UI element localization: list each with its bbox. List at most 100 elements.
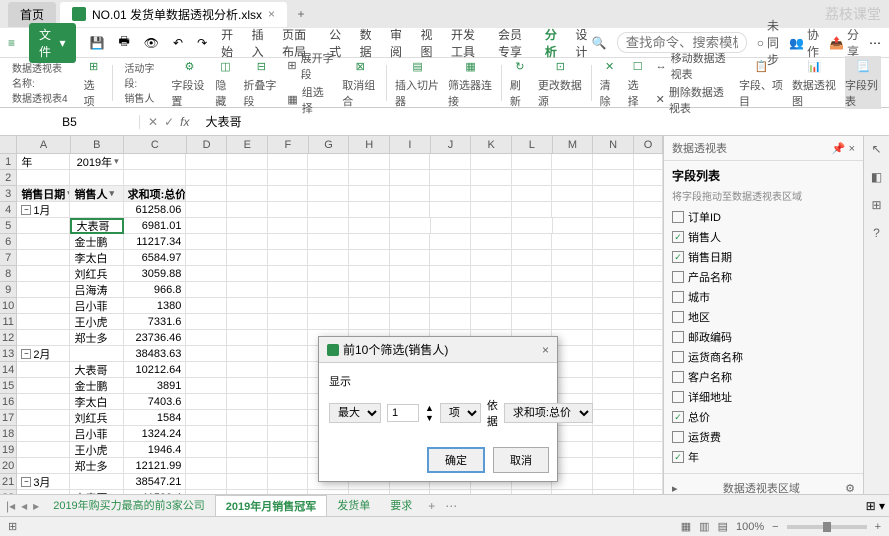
cell[interactable]: 7331.6: [124, 314, 187, 330]
field-item[interactable]: 产品名称: [672, 267, 855, 287]
cell[interactable]: [227, 266, 268, 282]
column-header[interactable]: M: [553, 136, 594, 153]
sheet-menu-icon[interactable]: ⋯: [441, 499, 461, 513]
cell[interactable]: [268, 378, 309, 394]
cell[interactable]: [593, 170, 634, 186]
cell[interactable]: [268, 266, 309, 282]
ungroup-button[interactable]: ⊠取消组合: [342, 56, 378, 109]
column-header[interactable]: G: [309, 136, 350, 153]
cell[interactable]: [268, 410, 309, 426]
cell[interactable]: [17, 362, 70, 378]
cell[interactable]: [634, 378, 663, 394]
cell[interactable]: [17, 234, 70, 250]
cell[interactable]: [227, 298, 268, 314]
cell[interactable]: [430, 154, 471, 170]
cell[interactable]: −2月: [17, 346, 70, 362]
cell[interactable]: 11217.34: [124, 234, 187, 250]
area-settings-icon[interactable]: ⚙: [845, 482, 855, 495]
cell[interactable]: [471, 298, 512, 314]
collapse-button[interactable]: ⊟折叠字段: [243, 56, 279, 109]
cell[interactable]: 2019年▾: [70, 154, 123, 170]
row-header[interactable]: 15: [0, 378, 17, 394]
fields-items-button[interactable]: 📋字段、项目: [739, 56, 784, 109]
cell[interactable]: [268, 346, 309, 362]
cell[interactable]: [430, 282, 471, 298]
cell[interactable]: [227, 170, 268, 186]
cell[interactable]: [552, 330, 593, 346]
checkbox-icon[interactable]: [672, 231, 684, 243]
cell[interactable]: [634, 394, 663, 410]
cell[interactable]: [227, 426, 268, 442]
cell[interactable]: [186, 266, 227, 282]
row-header[interactable]: 7: [0, 250, 17, 266]
redo-icon[interactable]: ↷: [197, 36, 207, 50]
undo-icon[interactable]: ↶: [173, 36, 183, 50]
cell[interactable]: 61258.06: [124, 202, 187, 218]
sheet-tab[interactable]: 发货单: [327, 495, 380, 516]
cell[interactable]: [268, 282, 309, 298]
row-header[interactable]: 21: [0, 474, 17, 490]
cell[interactable]: [552, 234, 593, 250]
cell[interactable]: [430, 250, 471, 266]
cell[interactable]: [512, 154, 553, 170]
cell[interactable]: [471, 314, 512, 330]
column-header[interactable]: E: [227, 136, 268, 153]
cell[interactable]: [17, 490, 70, 494]
cell[interactable]: [471, 490, 512, 494]
cell[interactable]: [552, 186, 593, 202]
cell-reference[interactable]: B5: [0, 115, 140, 129]
cell[interactable]: [593, 298, 634, 314]
cell[interactable]: [308, 282, 349, 298]
cell[interactable]: 王小虎: [70, 442, 123, 458]
slicer-button[interactable]: ▤插入切片器: [395, 56, 440, 109]
cell[interactable]: [70, 474, 123, 490]
cell[interactable]: [552, 346, 593, 362]
cell[interactable]: [227, 314, 268, 330]
menu-item[interactable]: 开发工具: [451, 26, 484, 60]
cell[interactable]: 郑士多: [70, 458, 123, 474]
cell[interactable]: [268, 426, 309, 442]
dialog-close-button[interactable]: ×: [542, 343, 549, 357]
menu-item[interactable]: 开始: [221, 26, 237, 60]
cell[interactable]: [552, 250, 593, 266]
cell[interactable]: 11599.4: [124, 490, 187, 494]
cell[interactable]: [186, 314, 227, 330]
cell[interactable]: [186, 186, 227, 202]
row-header[interactable]: 18: [0, 426, 17, 442]
cell[interactable]: [186, 218, 227, 234]
cell[interactable]: [512, 234, 553, 250]
status-mode-icon[interactable]: ⊞: [8, 520, 17, 533]
row-header[interactable]: 17: [0, 410, 17, 426]
column-header[interactable]: C: [124, 136, 187, 153]
cell[interactable]: [512, 170, 553, 186]
cell[interactable]: [186, 458, 227, 474]
cell[interactable]: [634, 218, 663, 234]
row-header[interactable]: 19: [0, 442, 17, 458]
column-header[interactable]: L: [512, 136, 553, 153]
cell[interactable]: [349, 298, 390, 314]
cell[interactable]: [186, 298, 227, 314]
cell[interactable]: 吕小菲: [70, 298, 123, 314]
cell[interactable]: [552, 490, 593, 494]
column-header[interactable]: B: [71, 136, 124, 153]
cell[interactable]: [17, 426, 70, 442]
cell[interactable]: [390, 218, 431, 234]
cell[interactable]: 23736.46: [124, 330, 187, 346]
cell[interactable]: [349, 170, 390, 186]
zoom-in-icon[interactable]: +: [875, 521, 881, 533]
cell[interactable]: [471, 266, 512, 282]
cell[interactable]: [268, 298, 309, 314]
cell[interactable]: [512, 298, 553, 314]
cell[interactable]: [593, 186, 634, 202]
cell[interactable]: [593, 330, 634, 346]
cell[interactable]: [70, 202, 123, 218]
cell[interactable]: [227, 458, 268, 474]
cell[interactable]: [471, 186, 512, 202]
cell[interactable]: [186, 362, 227, 378]
cell[interactable]: [124, 154, 187, 170]
field-item[interactable]: 邮政编码: [672, 327, 855, 347]
cell[interactable]: [227, 202, 268, 218]
field-item[interactable]: 运货商名称: [672, 347, 855, 367]
unit-select[interactable]: 项: [440, 403, 481, 423]
filter-conn-button[interactable]: ▦筛选器连接: [448, 56, 493, 109]
